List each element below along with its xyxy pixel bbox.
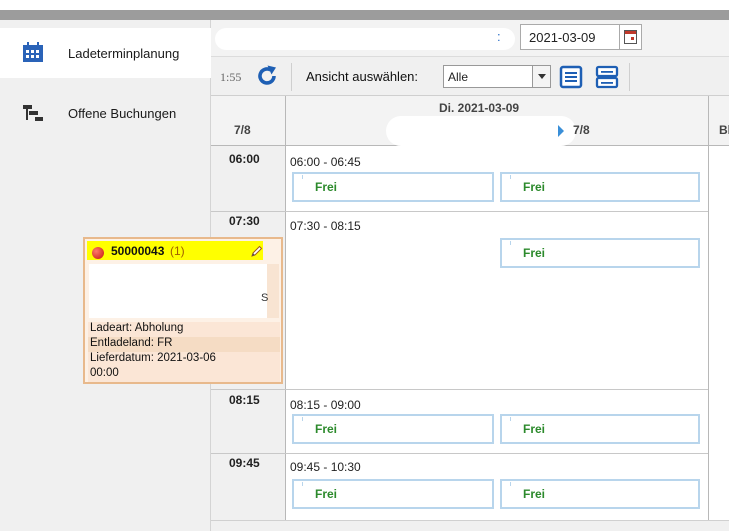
refresh-icon[interactable] — [255, 64, 279, 88]
toolbar: 1:55 Ansicht auswählen: Alle — [211, 56, 729, 96]
booking-detail-area — [89, 264, 269, 318]
chevron-down-icon[interactable] — [532, 66, 550, 87]
view-select-label: Ansicht auswählen: — [306, 69, 419, 84]
pencil-icon[interactable] — [251, 245, 263, 257]
booking-scrollbar[interactable] — [267, 264, 279, 318]
toolbar-divider — [629, 63, 630, 91]
view-select[interactable]: Alle — [443, 65, 551, 88]
sidebar-item-label: Offene Buchungen — [68, 105, 177, 121]
day-capacity: 7/8 — [573, 123, 590, 137]
booking-load-type: Ladeart: Abholung — [88, 322, 280, 337]
free-slot-label: Frei — [523, 422, 546, 436]
slot-time: 06:00 — [229, 152, 260, 166]
free-slot[interactable]: Frei — [500, 479, 700, 509]
slot-range: 06:00 - 06:45 — [290, 155, 361, 169]
slot-marker — [510, 175, 511, 179]
column-divider — [708, 96, 709, 146]
slot-marker — [302, 175, 303, 179]
status-dot-icon — [92, 247, 104, 259]
sidebar-item-offene-buchungen[interactable]: Offene Buchungen — [0, 88, 211, 138]
booking-clipped-text: S — [261, 292, 269, 304]
booking-number[interactable]: 50000043 — [111, 244, 164, 258]
slot-marker — [510, 482, 511, 486]
slot-time: 08:15 — [229, 393, 260, 407]
stair-list-icon — [23, 105, 43, 121]
view-select-value: Alle — [448, 70, 469, 84]
free-slot-label: Frei — [315, 180, 338, 194]
free-slot-label: Frei — [315, 487, 338, 501]
title-strip-bar — [0, 10, 729, 20]
slot-marker — [510, 241, 511, 245]
schedule-header: 7/8 Di. 2021-03-09 7/8 Bl — [211, 96, 729, 146]
date-field[interactable]: 2021-03-09 — [520, 24, 620, 50]
calendar-grid-icon — [23, 42, 43, 62]
day-column-title[interactable]: Di. 2021-03-09 — [439, 101, 519, 115]
next-column-title[interactable]: Bl — [719, 123, 729, 137]
free-slot[interactable]: Frei — [500, 172, 700, 202]
booking-unload-country: Entladeland: FR — [88, 337, 280, 352]
free-slot[interactable]: Frei — [500, 238, 700, 268]
slot-range: 09:45 - 10:30 — [290, 460, 361, 474]
date-picker-button[interactable] — [620, 24, 642, 50]
booking-delivery-time: 00:00 — [88, 367, 280, 382]
redacted-area — [215, 28, 515, 50]
list-view-icon[interactable] — [559, 65, 583, 89]
calendar-icon — [624, 30, 637, 44]
slot-range: 07:30 - 08:15 — [290, 219, 361, 233]
free-slot-label: Frei — [523, 246, 546, 260]
free-slot-label: Frei — [315, 422, 338, 436]
free-slot[interactable]: Frei — [292, 172, 494, 202]
slot-divider — [211, 453, 708, 454]
column-divider — [708, 146, 709, 520]
sidebar-item-label: Ladeterminplanung — [68, 45, 180, 61]
free-slot[interactable]: Frei — [292, 414, 494, 444]
free-slot[interactable]: Frei — [500, 414, 700, 444]
booking-card[interactable]: 50000043 (1) S Ladeart: Abholung Entlade… — [83, 237, 283, 384]
horizontal-scrollbar[interactable] — [211, 520, 729, 531]
slot-time: 07:30 — [229, 214, 260, 228]
toolbar-divider — [291, 63, 292, 91]
slot-divider — [211, 389, 708, 390]
separator-mark: : — [497, 29, 501, 44]
redacted-area — [386, 116, 576, 146]
refresh-timer: 1:55 — [220, 70, 242, 84]
booking-delivery-date: Lieferdatum: 2021-03-06 — [88, 352, 280, 367]
slot-marker — [510, 417, 511, 421]
free-slot[interactable]: Frei — [292, 479, 494, 509]
split-view-icon[interactable] — [595, 65, 619, 89]
date-header: : 2021-03-09 — [211, 20, 729, 56]
schedule-grid: 06:00 06:00 - 06:45 Frei Frei 07:30 07:3… — [211, 146, 729, 520]
slot-time: 09:45 — [229, 456, 260, 470]
booking-count: (1) — [170, 244, 185, 258]
slot-marker — [302, 417, 303, 421]
free-slot-label: Frei — [523, 487, 546, 501]
free-slot-label: Frei — [523, 180, 546, 194]
slot-divider — [211, 211, 708, 212]
sidebar-item-ladeterminplanung[interactable]: Ladeterminplanung — [0, 28, 211, 78]
time-column-capacity: 7/8 — [234, 123, 251, 137]
slot-marker — [302, 482, 303, 486]
slot-range: 08:15 - 09:00 — [290, 398, 361, 412]
time-column-header: 7/8 — [211, 96, 286, 146]
title-strip — [0, 0, 729, 20]
